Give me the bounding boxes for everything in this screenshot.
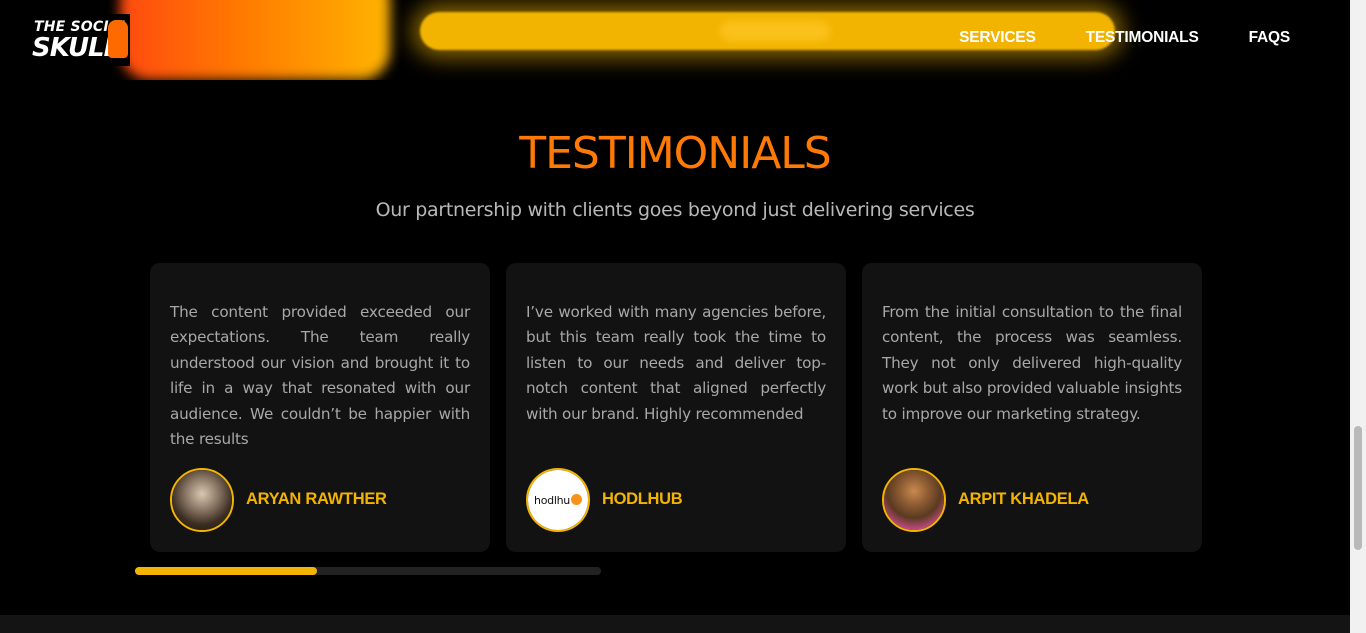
navbar: THE SOCIAL SKULL SERVICES TESTIMONIALS F… — [0, 0, 1350, 80]
section-title: TESTIMONIALS — [519, 128, 832, 179]
carousel-progress-bar[interactable] — [135, 567, 601, 575]
testimonial-text: I’ve worked with many agencies before, b… — [526, 303, 826, 423]
skull-badge-icon — [108, 20, 128, 58]
hodlhub-logo-icon: hodlhu — [528, 470, 588, 530]
scrollbar-thumb[interactable] — [1354, 426, 1362, 550]
testimonial-text: From the initial consultation to the fin… — [882, 303, 1182, 423]
nav-link-services[interactable]: SERVICES — [959, 29, 1036, 47]
testimonial-card: The content provided exceeded our expect… — [150, 263, 490, 552]
carousel-progress-fill — [135, 567, 317, 575]
avatar — [882, 468, 946, 532]
avatar — [170, 468, 234, 532]
nav-link-testimonials[interactable]: TESTIMONIALS — [1086, 29, 1199, 47]
person-photo-icon — [884, 470, 944, 530]
header-banner-orange-graphic — [120, 0, 390, 80]
testimonial-author: ARPIT KHADELA — [958, 490, 1089, 508]
nav-menu: SERVICES TESTIMONIALS FAQS — [959, 29, 1290, 47]
hodlhub-logo-text: hodlhu — [534, 493, 570, 507]
brand-logo-line2: SKULL — [32, 33, 120, 63]
avatar: hodlhu — [526, 468, 590, 532]
person-photo-icon — [172, 470, 232, 530]
section-subtitle: Our partnership with clients goes beyond… — [375, 199, 975, 221]
testimonial-author: HODLHUB — [602, 490, 683, 508]
testimonial-text: The content provided exceeded our expect… — [170, 303, 470, 449]
testimonial-author: ARYAN RAWTHER — [246, 490, 387, 508]
footer-strip — [0, 615, 1350, 633]
brand-logo[interactable]: THE SOCIAL SKULL — [28, 14, 130, 66]
page-scrollbar[interactable] — [1350, 0, 1366, 633]
nav-link-faqs[interactable]: FAQS — [1249, 29, 1291, 47]
testimonial-card: From the initial consultation to the fin… — [862, 263, 1202, 552]
testimonial-card: I’ve worked with many agencies before, b… — [506, 263, 846, 552]
bitcoin-icon — [570, 493, 582, 505]
